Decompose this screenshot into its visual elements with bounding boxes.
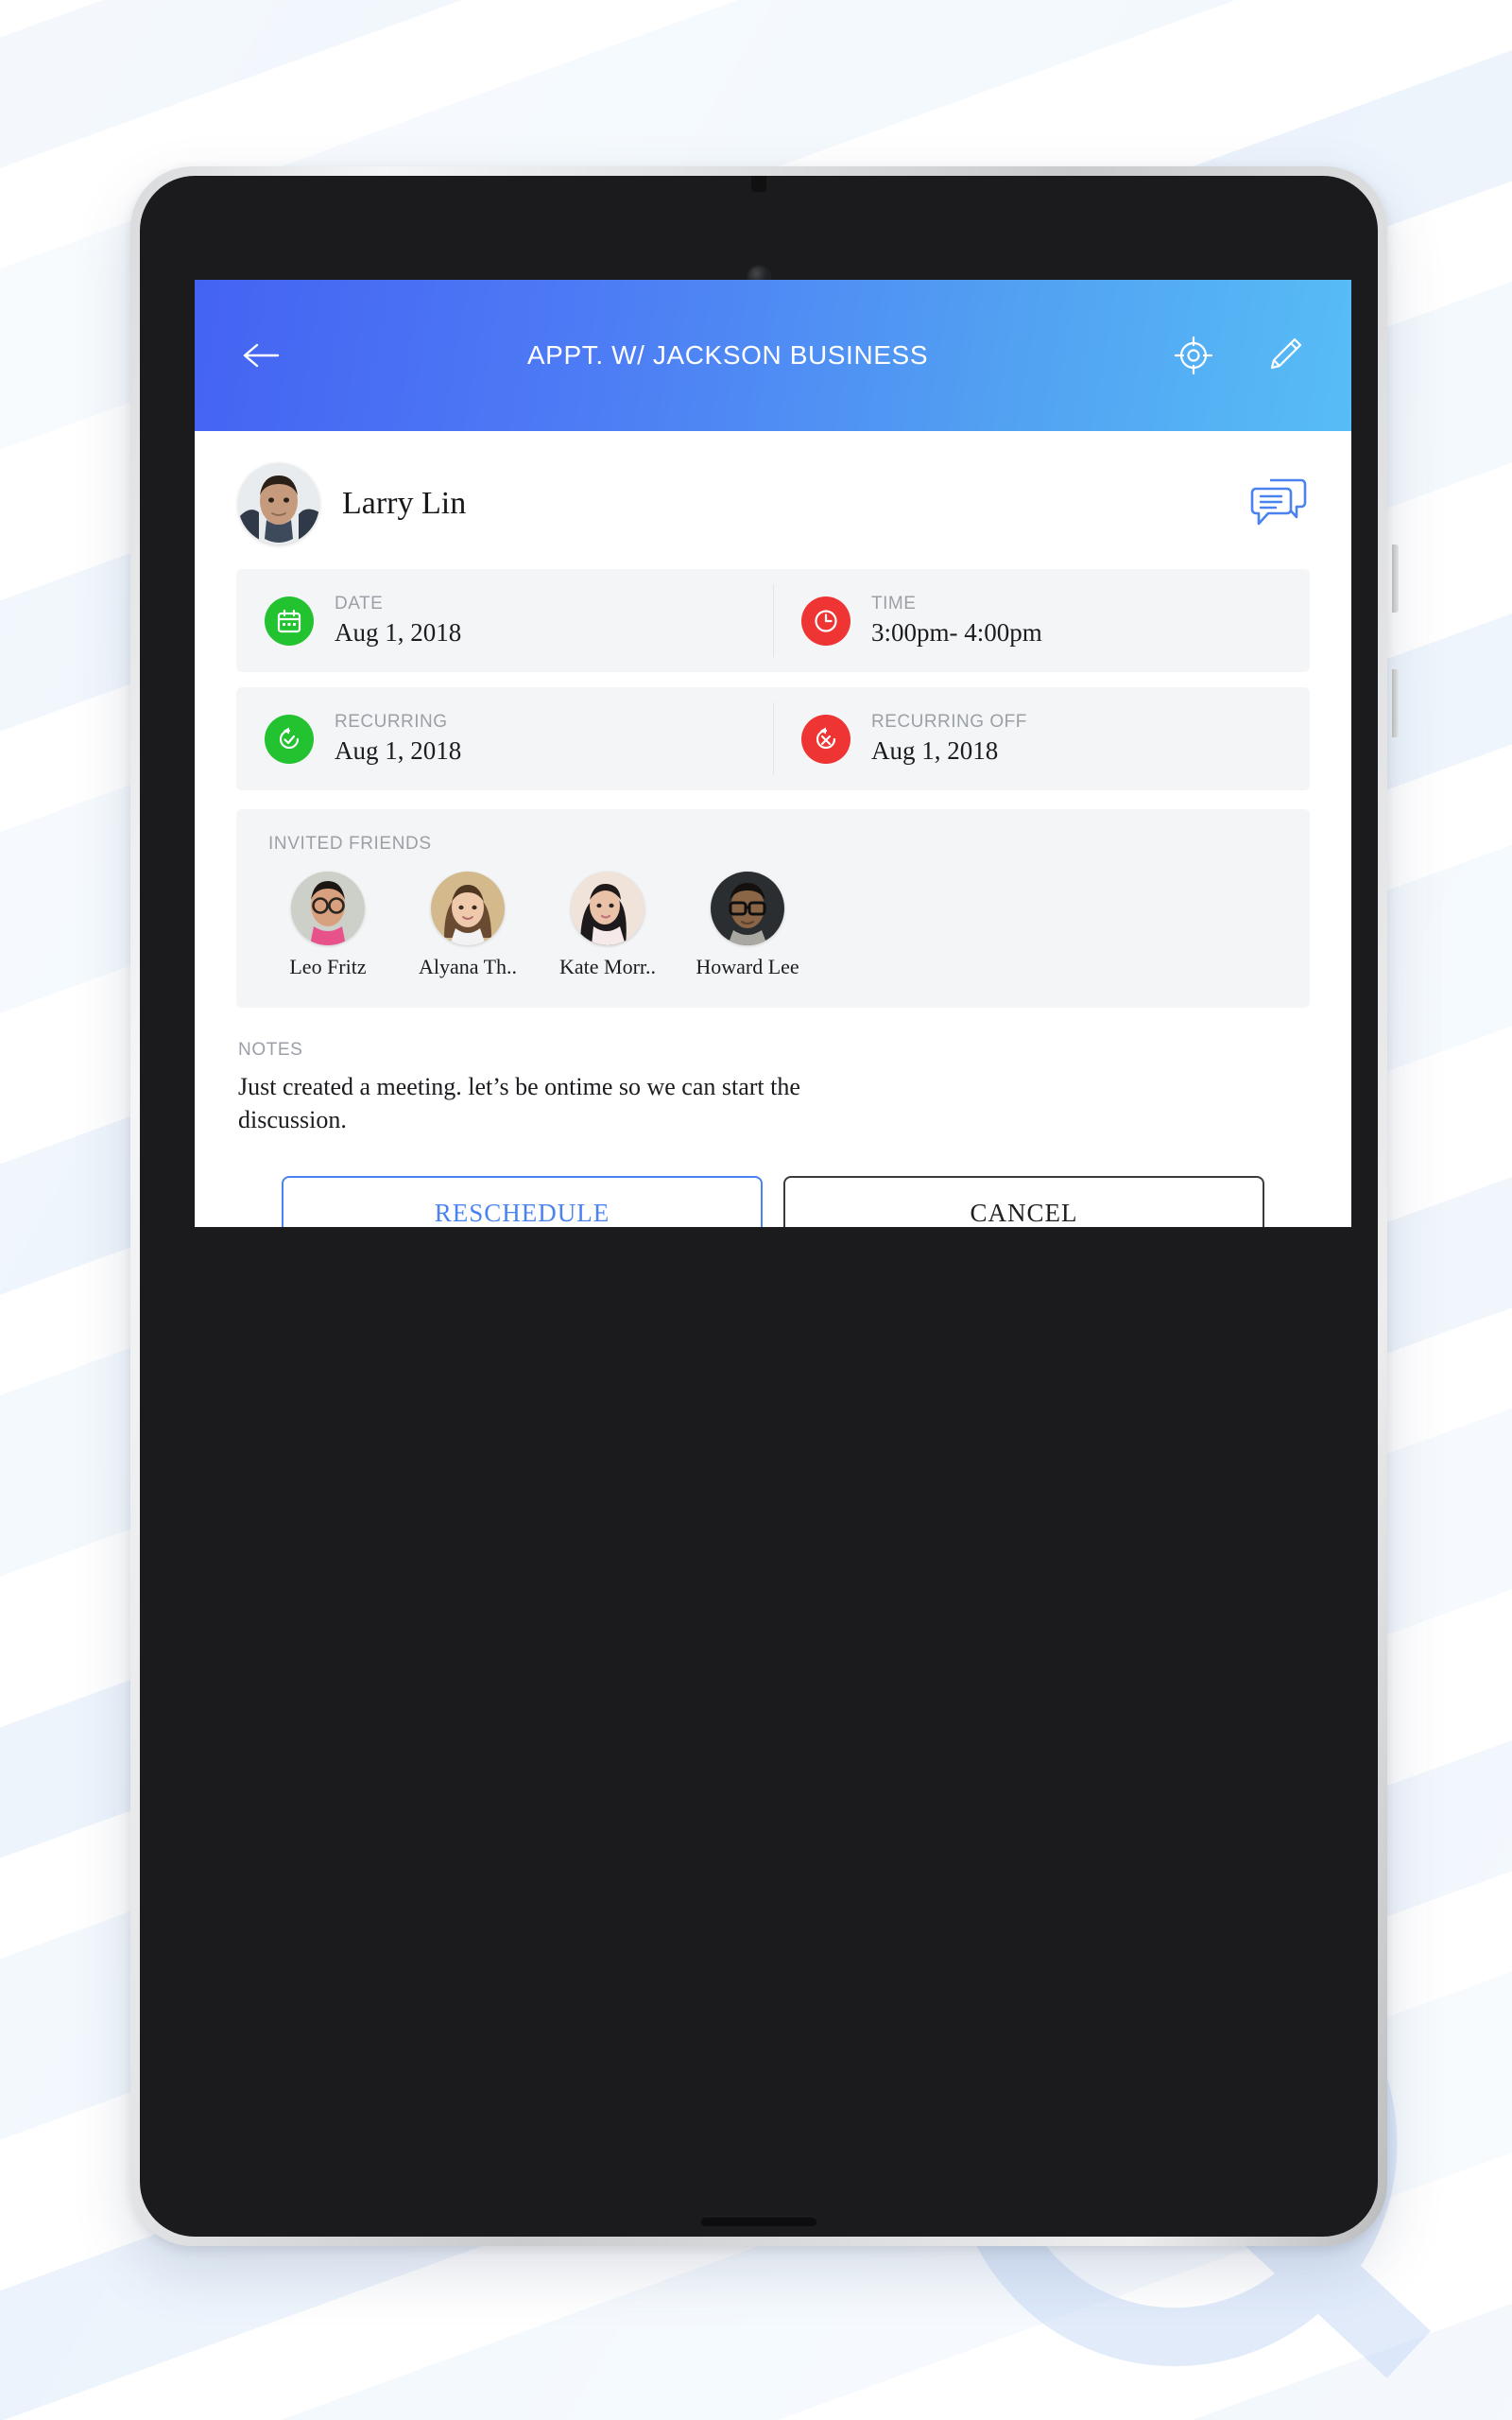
info-card-value: Aug 1, 2018 — [335, 736, 462, 765]
notes-text: Just created a meeting. let’s be ontime … — [238, 1073, 800, 1134]
info-card-label: TIME — [871, 594, 917, 614]
calendar-icon-badge — [265, 596, 314, 646]
avatar — [571, 872, 644, 945]
clock-icon-badge — [801, 596, 850, 646]
app-header-bar: APPT. W/ JACKSON BUSINESS — [195, 280, 1351, 431]
info-card-recurring[interactable]: RECURRING Aug 1, 2018 — [236, 687, 773, 790]
repeat-check-icon-badge — [265, 714, 314, 764]
friend-name: Leo Fritz — [289, 955, 367, 978]
avatar-photo — [571, 872, 644, 945]
repeat-check-icon — [279, 727, 300, 749]
chat-button[interactable] — [1249, 476, 1308, 531]
action-buttons: RESCHEDULE CANCEL JOIN MEETING — [282, 1176, 1264, 1227]
calendar-icon — [277, 609, 301, 632]
top-antenna-notch — [751, 176, 766, 192]
info-card-value: Aug 1, 2018 — [871, 736, 999, 765]
info-card-label: RECURRING OFF — [871, 712, 1027, 732]
friend-item[interactable]: Kate Morr.. — [548, 872, 667, 979]
repeat-off-icon-badge — [801, 714, 850, 764]
speaker-slot — [700, 2216, 817, 2226]
info-card-label: RECURRING — [335, 712, 448, 732]
action-buttons-row: RESCHEDULE CANCEL — [282, 1176, 1264, 1227]
info-card-time[interactable]: TIME 3:00pm- 4:00pm — [773, 569, 1310, 672]
friend-item[interactable]: Howard Lee — [688, 872, 807, 979]
friend-name: Howard Lee — [696, 955, 799, 978]
avatar — [291, 872, 365, 945]
info-card-date[interactable]: DATE Aug 1, 2018 — [236, 569, 773, 672]
avatar — [711, 872, 784, 945]
tablet-device: APPT. W/ JACKSON BUSINESS Larry Lin DATE… — [130, 166, 1399, 2246]
page-title: APPT. W/ JACKSON BUSINESS — [526, 340, 929, 370]
info-card-text: TIME 3:00pm- 4:00pm — [871, 594, 1042, 648]
info-card-text: RECURRING Aug 1, 2018 — [335, 712, 461, 766]
volume-up-button[interactable] — [1392, 544, 1399, 613]
info-card-value: Aug 1, 2018 — [335, 618, 462, 647]
info-card-value: 3:00pm- 4:00pm — [871, 618, 1042, 647]
avatar-photo — [291, 872, 365, 945]
info-card-label: DATE — [335, 594, 384, 614]
invited-friends-list: Leo Fritz Alyana Th.. Kate Morr.. Howard… — [268, 872, 1278, 979]
volume-down-button[interactable] — [1392, 669, 1399, 737]
cancel-button[interactable]: CANCEL — [783, 1176, 1264, 1227]
tablet-body: APPT. W/ JACKSON BUSINESS Larry Lin DATE… — [140, 176, 1378, 2237]
notes-section: NOTES Just created a meeting. let’s be o… — [238, 1040, 1308, 1136]
avatar-photo — [238, 463, 319, 544]
page-root: APPT. W/ JACKSON BUSINESS Larry Lin DATE… — [0, 0, 1512, 2420]
info-card-text: RECURRING OFF Aug 1, 2018 — [871, 712, 1027, 766]
friend-name: Alyana Th.. — [418, 955, 518, 978]
avatar[interactable] — [238, 463, 319, 544]
target-button[interactable] — [1168, 330, 1219, 381]
target-icon — [1174, 336, 1213, 375]
profile-name: Larry Lin — [342, 486, 467, 521]
avatar — [431, 872, 505, 945]
app-screen: APPT. W/ JACKSON BUSINESS Larry Lin DATE… — [195, 280, 1351, 1227]
info-card-recurring-off[interactable]: RECURRING OFF Aug 1, 2018 — [773, 687, 1310, 790]
back-button[interactable] — [236, 330, 287, 381]
avatar-photo — [711, 872, 784, 945]
info-card-text: DATE Aug 1, 2018 — [335, 594, 461, 648]
invited-friends-label: INVITED FRIENDS — [268, 834, 432, 854]
notes-label: NOTES — [238, 1040, 303, 1060]
friend-item[interactable]: Alyana Th.. — [408, 872, 527, 979]
header-actions — [1168, 330, 1310, 381]
arrow-left-icon — [243, 343, 280, 368]
pencil-icon — [1270, 337, 1302, 370]
repeat-off-icon — [816, 727, 836, 749]
edit-button[interactable] — [1259, 330, 1310, 381]
avatar-photo — [431, 872, 505, 945]
friend-item[interactable]: Leo Fritz — [268, 872, 387, 979]
info-cards-grid: DATE Aug 1, 2018 TIME 3:00pm- 4:00pm REC… — [236, 569, 1310, 790]
clock-icon — [815, 609, 837, 632]
friend-name: Kate Morr.. — [558, 955, 657, 978]
chat-bubbles-icon — [1250, 478, 1307, 526]
invited-friends-panel: INVITED FRIENDS Leo Fritz Alyana Th.. Ka… — [236, 809, 1310, 1008]
app-screen-content: APPT. W/ JACKSON BUSINESS Larry Lin DATE… — [195, 280, 1351, 1227]
profile-row: Larry Lin — [195, 431, 1351, 569]
reschedule-button[interactable]: RESCHEDULE — [282, 1176, 763, 1227]
